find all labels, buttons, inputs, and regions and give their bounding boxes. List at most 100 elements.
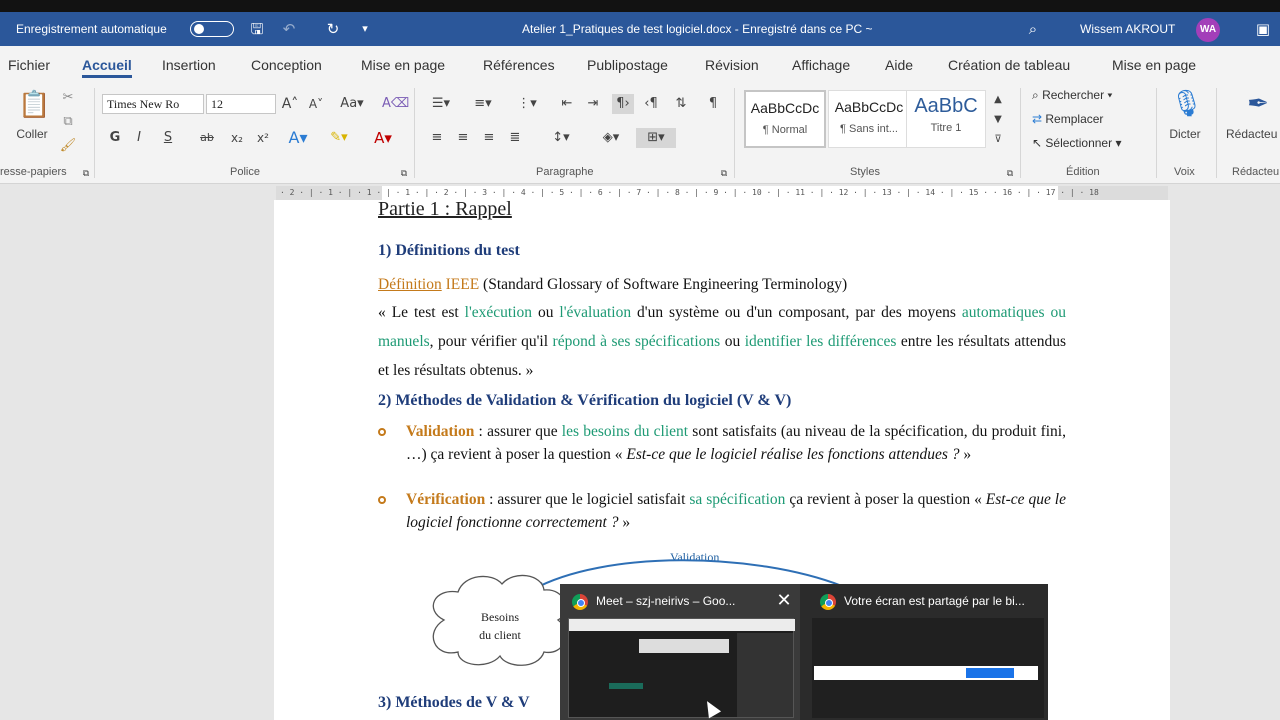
bold-button[interactable]: G [106,128,124,148]
highlight-icon[interactable]: ✎▾ [322,128,356,148]
grow-font-icon[interactable]: A˄ [280,94,300,114]
search-icon[interactable]: ⌕ [1024,20,1042,38]
sort-icon[interactable]: ⇅ [670,94,692,114]
line-spacing-icon[interactable]: ↕▾ [544,128,578,148]
close-icon[interactable]: ✕ [774,590,794,610]
toggle-knob [194,24,204,34]
justify-icon[interactable]: ≣ [504,128,526,148]
font-group-label: Police [230,166,260,178]
styles-scroll-up-icon[interactable]: ▲ [990,90,1006,110]
preview-dialog [639,639,729,653]
tab-conception[interactable]: Conception [251,46,322,84]
clear-formatting-icon[interactable]: A⌫ [382,94,409,114]
thumbnail-preview [812,618,1044,718]
shrink-font-icon[interactable]: A˅ [306,94,326,114]
format-painter-icon[interactable]: 🖌 [58,136,78,156]
text-effects-icon[interactable]: A▾ [282,128,314,148]
paste-icon[interactable]: 📋 [18,88,50,122]
ribbon: 📋 Coller ✂ ⧉ 🖌 resse-papiers ⧉ Times New… [0,84,1280,184]
styles-launcher-icon[interactable]: ⧉ [1004,164,1016,184]
font-size-combo[interactable]: 12 [206,94,276,114]
chevron-down-icon: ▾ [1104,88,1113,102]
microphone-icon[interactable]: 🎙 [1170,86,1203,122]
paragraph-launcher-icon[interactable]: ⧉ [718,164,730,184]
find-button[interactable]: ⌕ Rechercher ▾ [1032,88,1112,103]
user-name[interactable]: Wissem AKROUT [1080,12,1175,46]
style-heading-1[interactable]: AaBbC Titre 1 [906,90,986,148]
align-center-icon[interactable]: ≡ [452,128,474,148]
change-case-icon[interactable]: Aa▾ [336,94,368,114]
borders-icon[interactable]: ⊞▾ [636,128,676,148]
tab-accueil[interactable]: Accueil [82,46,132,84]
clipboard-launcher-icon[interactable]: ⧉ [80,164,92,184]
tab-insertion[interactable]: Insertion [162,46,216,84]
meet-window-thumbnail[interactable]: Meet – szj-neirivs – Goo... ✕ [560,584,800,720]
style-normal[interactable]: AaBbCcDc ¶ Normal [744,90,826,148]
divider [94,88,95,178]
select-button[interactable]: ↖ Sélectionner ▾ [1032,136,1121,150]
tab-aide[interactable]: Aide [885,46,913,84]
align-right-icon[interactable]: ≡ [478,128,500,148]
style-preview: AaBbCcDc [834,99,904,115]
superscript-icon[interactable]: x² [252,128,274,148]
dictate-button[interactable]: Dicter [1164,124,1206,144]
shading-icon[interactable]: ◈▾ [594,128,628,148]
font-name-combo[interactable]: Times New Ro [102,94,204,114]
tab-affichage[interactable]: Affichage [792,46,850,84]
styles-more-icon[interactable]: ⊽ [990,130,1006,150]
undo-icon[interactable]: ↶ [280,20,298,38]
voice-group-label: Voix [1174,166,1195,178]
document-title: Atelier 1_Pratiques de test logiciel.doc… [522,22,873,36]
ribbon-display-icon[interactable]: ▣ [1254,20,1272,38]
increase-indent-icon[interactable]: ⇥ [582,94,604,114]
section-3-heading: 3) Méthodes de V & V [378,694,530,711]
editor-icon[interactable]: ✒ [1238,86,1278,122]
styles-scroll-down-icon[interactable]: ▼ [990,110,1006,130]
avatar[interactable]: WA [1196,18,1220,42]
editor-button[interactable]: Rédacteu [1226,124,1280,144]
editing-group-label: Édition [1066,166,1100,178]
tab-revision[interactable]: Révision [705,46,759,84]
underline-button[interactable]: S [154,128,182,148]
save-icon[interactable]: 🖫 [248,20,266,38]
italic-button[interactable]: I [130,128,148,148]
screen-share-thumbnail[interactable]: Votre écran est partagé par le bi... [808,584,1048,720]
tab-fichier[interactable]: Fichier [8,46,50,84]
tab-references[interactable]: Références [483,46,555,84]
show-marks-icon[interactable]: ¶ [702,94,724,114]
paragraph-group-label: Paragraphe [536,166,594,178]
preview-button [609,683,643,689]
tab-publipostage[interactable]: Publipostage [587,46,668,84]
tab-mise-en-page-table[interactable]: Mise en page [1112,46,1196,84]
tab-creation-tableau[interactable]: Création de tableau [948,46,1070,84]
paste-button[interactable]: Coller [10,124,54,144]
divider [734,88,735,178]
numbering-icon[interactable]: ≡▾ [466,94,500,114]
chrome-icon [820,594,836,610]
bullets-icon[interactable]: ☰▾ [424,94,458,114]
style-preview: AaBbC [914,95,978,117]
ltr-direction-icon[interactable]: ¶› [612,94,634,114]
search-icon: ⌕ [1032,88,1043,102]
tab-mise-en-page[interactable]: Mise en page [361,46,445,84]
rtl-direction-icon[interactable]: ‹¶ [640,94,662,114]
autosave-toggle[interactable] [190,21,234,37]
multilevel-list-icon[interactable]: ⋮▾ [510,94,544,114]
font-color-icon[interactable]: A▾ [366,128,400,148]
cut-icon[interactable]: ✂ [58,88,78,108]
thumbnail-title: Votre écran est partagé par le bi... [844,594,1025,608]
align-left-icon[interactable]: ≡ [426,128,448,148]
ribbon-tabs: Fichier Accueil Insertion Conception Mis… [0,46,1280,84]
copy-icon[interactable]: ⧉ [58,112,78,132]
preview-sidebar [737,633,793,717]
style-no-spacing[interactable]: AaBbCcDc ¶ Sans int... [828,90,910,148]
subscript-icon[interactable]: x₂ [226,128,248,148]
replace-button[interactable]: ⇄ Remplacer [1032,112,1103,126]
font-launcher-icon[interactable]: ⧉ [398,164,410,184]
redo-icon[interactable]: ↻ [324,20,342,38]
horizontal-ruler[interactable]: · 2 · | · 1 · | · 1 · | · 1 · | · 2 · | … [276,186,1168,200]
find-label: Rechercher [1042,88,1105,102]
strikethrough-icon[interactable]: ab [196,128,218,148]
decrease-indent-icon[interactable]: ⇤ [556,94,578,114]
customize-qat-icon[interactable]: ▾ [356,20,374,38]
